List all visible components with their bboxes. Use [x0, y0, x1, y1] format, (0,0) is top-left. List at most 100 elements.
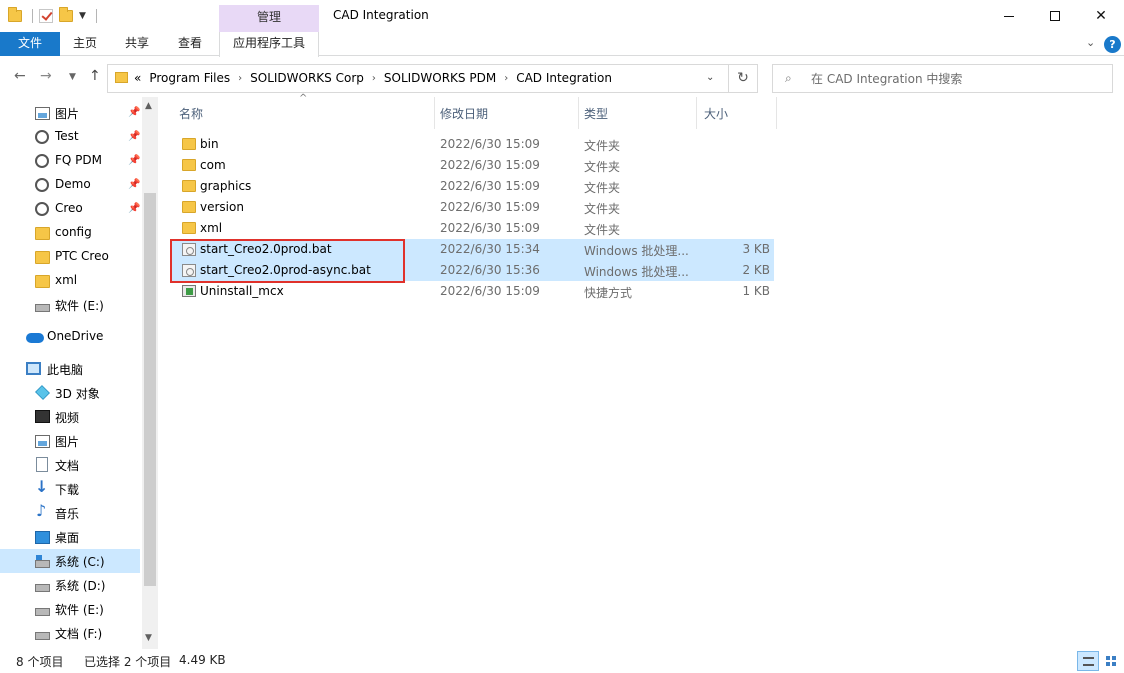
recent-locations-chevron-icon[interactable]: ▼: [69, 72, 76, 82]
breadcrumb-solidworks-corp[interactable]: SOLIDWORKS Corp: [250, 71, 364, 85]
scroll-up-icon[interactable]: ▲: [145, 101, 152, 111]
expand-ribbon-icon[interactable]: ⌄: [1086, 36, 1095, 49]
large-icons-view-button[interactable]: [1101, 651, 1123, 671]
nav-item-desktop[interactable]: 桌面: [0, 525, 140, 549]
scroll-down-icon[interactable]: ▼: [145, 633, 152, 643]
nav-item-music[interactable]: 音乐: [0, 501, 140, 525]
nav-item-label: PTC Creo: [55, 249, 109, 263]
nav-item-videos[interactable]: 视频: [0, 405, 140, 429]
nav-item-demo[interactable]: Demo 📌: [0, 173, 140, 197]
nav-item-pictures[interactable]: 图片 📌: [0, 101, 140, 125]
nav-item-label: Demo: [55, 177, 91, 191]
close-button[interactable]: ✕: [1078, 0, 1124, 32]
nav-item-3d-objects[interactable]: 3D 对象: [0, 381, 140, 405]
file-list: ^ 名称 修改日期 类型 大小 bin 2022/6/30 15:09 文件夹 …: [158, 93, 1124, 649]
nav-item-system-d[interactable]: 系统 (D:): [0, 573, 140, 597]
nav-item-documents-f[interactable]: 文档 (F:): [0, 621, 140, 645]
chevron-right-icon[interactable]: ›: [372, 73, 376, 84]
folder-icon[interactable]: [8, 7, 22, 22]
system-drive-icon: [35, 555, 50, 568]
onedrive-icon: [26, 333, 44, 343]
nav-item-config[interactable]: config: [0, 221, 140, 245]
nav-item-fq-pdm[interactable]: FQ PDM 📌: [0, 149, 140, 173]
file-date: 2022/6/30 15:34: [440, 242, 540, 256]
chevron-down-icon[interactable]: ⌄: [706, 72, 714, 83]
file-date: 2022/6/30 15:09: [440, 179, 540, 193]
file-row[interactable]: version 2022/6/30 15:09 文件夹: [172, 197, 774, 218]
navigation-scrollbar[interactable]: ▲ ▼: [142, 97, 158, 649]
status-bar: 8 个项目 已选择 2 个项目 4.49 KB: [0, 649, 1124, 673]
column-header-size[interactable]: 大小: [697, 97, 777, 129]
nav-item-label: 此电脑: [47, 363, 84, 377]
shortcut-icon: [182, 285, 196, 297]
search-box[interactable]: ⌕: [772, 64, 1113, 93]
maximize-button[interactable]: [1032, 0, 1078, 32]
properties-icon[interactable]: [39, 9, 53, 23]
column-header-name[interactable]: 名称: [172, 97, 435, 129]
forward-arrow-icon[interactable]: →: [40, 68, 52, 84]
scrollbar-thumb[interactable]: [144, 193, 156, 586]
nav-item-creo[interactable]: Creo 📌: [0, 197, 140, 221]
chevron-right-icon[interactable]: ›: [504, 73, 508, 84]
new-folder-icon[interactable]: [59, 7, 73, 22]
file-type: 文件夹: [584, 160, 621, 174]
nav-item-xml[interactable]: xml: [0, 269, 140, 293]
batch-file-icon: [182, 243, 196, 256]
ribbon: 文件 主页 共享 查看 应用程序工具 ⌄ ?: [0, 32, 1124, 57]
nav-item-onedrive[interactable]: OneDrive: [0, 325, 140, 349]
column-header-type[interactable]: 类型: [579, 97, 697, 129]
help-icon[interactable]: ?: [1104, 36, 1121, 53]
nav-item-pictures-pc[interactable]: 图片: [0, 429, 140, 453]
back-arrow-icon[interactable]: ←: [14, 68, 26, 84]
file-name: start_Creo2.0prod-async.bat: [200, 263, 371, 277]
breadcrumb-overflow[interactable]: «: [134, 71, 141, 85]
file-name: version: [200, 200, 244, 214]
nav-item-documents[interactable]: 文档: [0, 453, 140, 477]
tab-file[interactable]: 文件: [0, 32, 60, 56]
file-row[interactable]: graphics 2022/6/30 15:09 文件夹: [172, 176, 774, 197]
downloads-icon: [35, 477, 50, 496]
pictures-icon: [35, 107, 50, 120]
column-header-date[interactable]: 修改日期: [435, 97, 579, 129]
nav-item-test[interactable]: Test 📌: [0, 125, 140, 149]
nav-item-software-e[interactable]: 软件 (E:): [0, 597, 140, 621]
pin-icon: 📌: [128, 107, 141, 118]
file-row[interactable]: bin 2022/6/30 15:09 文件夹: [172, 134, 774, 155]
minimize-button[interactable]: [986, 0, 1032, 32]
tab-share[interactable]: 共享: [114, 32, 160, 56]
nav-item-label: 软件 (E:): [55, 603, 104, 617]
file-name: Uninstall_mcx: [200, 284, 284, 298]
tab-application-tools[interactable]: 应用程序工具: [219, 32, 319, 57]
nav-item-label: 视频: [55, 411, 80, 425]
tab-home[interactable]: 主页: [62, 32, 108, 56]
file-row[interactable]: com 2022/6/30 15:09 文件夹: [172, 155, 774, 176]
pictures-icon: [35, 435, 50, 448]
breadcrumb-cad-integration[interactable]: CAD Integration: [516, 71, 612, 85]
refresh-button[interactable]: ↻: [729, 64, 758, 93]
file-row-selected[interactable]: start_Creo2.0prod.bat 2022/6/30 15:34 Wi…: [172, 239, 774, 260]
file-row[interactable]: Uninstall_mcx 2022/6/30 15:09 快捷方式 1 KB: [172, 281, 774, 302]
file-name: bin: [200, 137, 219, 151]
file-row-selected[interactable]: start_Creo2.0prod-async.bat 2022/6/30 15…: [172, 260, 774, 281]
customize-toolbar-icon[interactable]: ▼: [79, 11, 86, 21]
details-view-button[interactable]: [1077, 651, 1099, 671]
up-arrow-icon[interactable]: ↑: [89, 68, 101, 84]
nav-item-drive-e[interactable]: 软件 (E:): [0, 293, 140, 317]
nav-item-label: 文档: [55, 459, 80, 473]
search-input[interactable]: [811, 69, 1101, 89]
file-row[interactable]: xml 2022/6/30 15:09 文件夹: [172, 218, 774, 239]
address-bar[interactable]: « Program Files › SOLIDWORKS Corp › SOLI…: [107, 64, 729, 93]
nav-item-this-pc[interactable]: 此电脑: [0, 357, 140, 381]
folder-icon: [182, 222, 196, 234]
nav-item-downloads[interactable]: 下载: [0, 477, 140, 501]
nav-item-ptc-creo[interactable]: PTC Creo: [0, 245, 140, 269]
videos-icon: [35, 410, 50, 423]
nav-item-system-c[interactable]: 系统 (C:): [0, 549, 140, 573]
manage-context-tab[interactable]: 管理: [219, 5, 319, 32]
breadcrumb-program-files[interactable]: Program Files: [149, 71, 230, 85]
chevron-right-icon[interactable]: ›: [238, 73, 242, 84]
tab-view[interactable]: 查看: [167, 32, 213, 56]
details-view-icon: [1083, 657, 1094, 666]
breadcrumb-solidworks-pdm[interactable]: SOLIDWORKS PDM: [384, 71, 496, 85]
desktop-icon: [35, 531, 50, 544]
